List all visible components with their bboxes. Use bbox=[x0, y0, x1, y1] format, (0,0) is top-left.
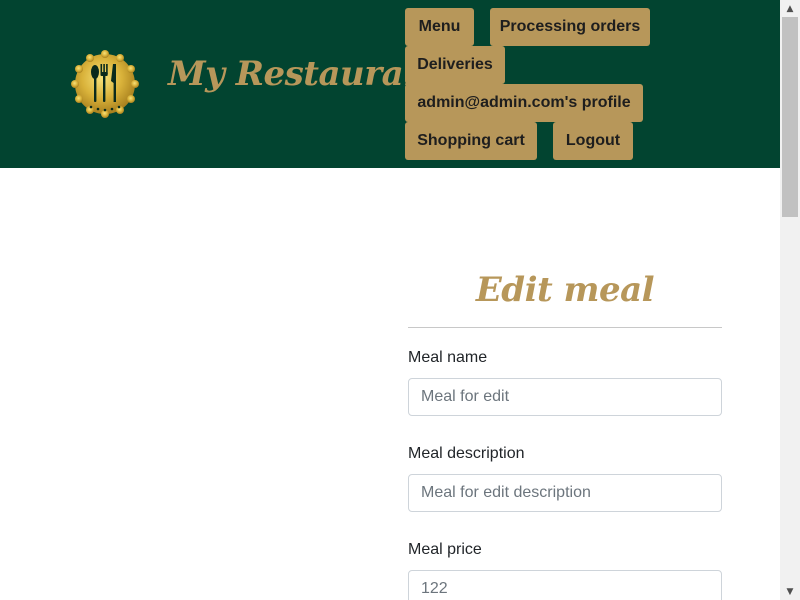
edit-meal-form: Edit meal Meal name Meal description Mea… bbox=[408, 268, 722, 600]
nav-processing-orders-button[interactable]: Processing orders bbox=[490, 8, 650, 46]
page-scrollbar[interactable]: ▲ ▼ bbox=[780, 0, 800, 600]
arrow-down-icon[interactable]: ▼ bbox=[780, 583, 800, 600]
nav-shopping-cart-button[interactable]: Shopping cart bbox=[405, 122, 537, 160]
nav-menu-button[interactable]: Menu bbox=[405, 8, 474, 46]
meal-description-input[interactable] bbox=[408, 474, 722, 512]
nav-profile-button[interactable]: admin@admin.com's profile bbox=[405, 84, 643, 122]
nav-logout-button[interactable]: Logout bbox=[553, 122, 633, 160]
title-divider bbox=[408, 327, 722, 328]
nav-deliveries-button[interactable]: Deliveries bbox=[405, 46, 505, 84]
meal-price-input[interactable] bbox=[408, 570, 722, 600]
meal-name-input[interactable] bbox=[408, 378, 722, 416]
page-title: Edit meal bbox=[475, 270, 655, 310]
brand-name[interactable]: My Restaurant bbox=[168, 54, 443, 94]
site-header: My Restaurant Menu Processing orders Del… bbox=[0, 0, 780, 168]
meal-price-label: Meal price bbox=[408, 541, 482, 558]
cutlery-badge-icon[interactable] bbox=[71, 50, 139, 118]
scrollbar-thumb[interactable] bbox=[782, 17, 798, 217]
meal-name-label: Meal name bbox=[408, 349, 488, 366]
meal-description-label: Meal description bbox=[408, 445, 525, 462]
arrow-up-icon[interactable]: ▲ bbox=[780, 0, 800, 17]
